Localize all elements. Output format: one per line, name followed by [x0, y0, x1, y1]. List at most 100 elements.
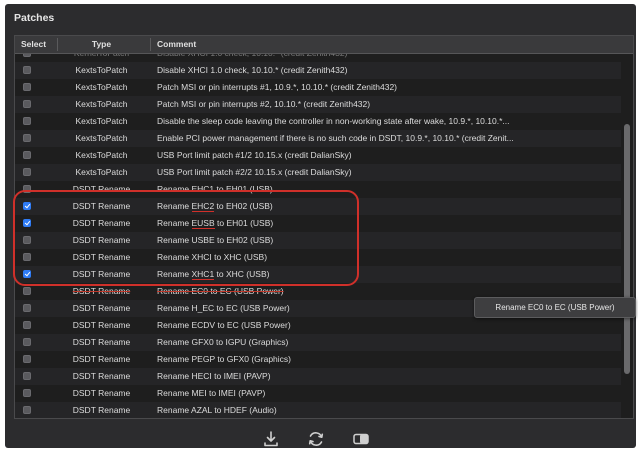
row-comment: Rename H_EC to EC (USB Power)	[157, 303, 290, 313]
refresh-icon	[308, 432, 324, 446]
row-type: DSDT Rename	[72, 269, 131, 279]
table-row[interactable]: DSDT Rename Rename EHC2 to EH02 (USB)	[15, 198, 621, 215]
column-header-type[interactable]: Type	[59, 36, 144, 53]
table-header: Select Type Comment	[15, 36, 633, 54]
table-row[interactable]: KextsToPatch Disable the sleep code leavi…	[15, 113, 621, 130]
comment-suffix: to EH02 (USB)	[214, 201, 273, 211]
row-type: KextsToPatch	[75, 116, 128, 126]
select-checkbox[interactable]	[23, 117, 31, 125]
row-type: DSDT Rename	[72, 286, 131, 296]
row-comment: Enable PCI power management if there is …	[157, 133, 514, 143]
row-comment: Rename ECDV to EC (USB Power)	[157, 320, 291, 330]
toggle-button[interactable]	[351, 429, 371, 449]
table-row[interactable]: DSDT Rename Rename EUSB to EH01 (USB)	[15, 215, 621, 232]
row-comment: Rename AZAL to HDEF (Audio)	[157, 405, 277, 415]
scrollbar-thumb[interactable]	[624, 124, 630, 374]
row-comment: Rename EUSB to EH01 (USB)	[157, 215, 273, 232]
table-row[interactable]: DSDT Rename Rename XHCI to XHC (USB)	[15, 249, 621, 266]
table-row[interactable]: KextsToPatch USB Port limit patch #1/2 10…	[15, 147, 621, 164]
row-type: DSDT Rename	[72, 201, 131, 211]
comment-prefix: Rename	[157, 269, 192, 279]
row-type: KextsToPatch	[75, 150, 128, 160]
table-row[interactable]: KextsToPatch Patch MSI or pin interrupts …	[15, 79, 621, 96]
table-row[interactable]: DSDT Rename Rename USBE to EH02 (USB)	[15, 232, 621, 249]
row-type: DSDT Rename	[72, 218, 131, 228]
row-comment: Rename EHC1 to EH01 (USB)	[157, 184, 273, 194]
column-divider	[150, 38, 151, 51]
panel-title: Patches	[14, 12, 55, 24]
select-checkbox[interactable]	[23, 219, 31, 227]
select-checkbox[interactable]	[23, 151, 31, 159]
comment-prefix: Rename	[157, 201, 192, 211]
row-type: DSDT Rename	[72, 235, 131, 245]
refresh-button[interactable]	[306, 429, 326, 449]
download-icon	[264, 431, 278, 447]
select-checkbox[interactable]	[23, 202, 31, 210]
table-row[interactable]: DSDT Rename Rename AZAL to HDEF (Audio)	[15, 402, 621, 418]
table-row[interactable]: DSDT Rename Rename XHC1 to XHC (USB)	[15, 266, 621, 283]
row-comment: USB Port limit patch #2/2 10.15.x (credi…	[157, 167, 352, 177]
select-checkbox[interactable]	[23, 372, 31, 380]
comment-prefix: Rename	[157, 218, 192, 228]
select-checkbox[interactable]	[23, 134, 31, 142]
select-checkbox[interactable]	[23, 185, 31, 193]
comment-suffix: to EH01 (USB)	[214, 218, 274, 228]
row-type: DSDT Rename	[72, 320, 131, 330]
table-row[interactable]: DSDT Rename Rename HECI to IMEI (PAVP)	[15, 368, 621, 385]
row-comment: Rename GFX0 to IGPU (Graphics)	[157, 337, 289, 347]
row-comment: Rename PEGP to GFX0 (Graphics)	[157, 354, 292, 364]
underlined-device-name: EHC2	[191, 201, 215, 212]
row-type: KernelToPatch	[59, 54, 144, 62]
table-row[interactable]: KernelToPatch Disable XHCI 1.0 check, 10.…	[15, 54, 621, 62]
select-checkbox[interactable]	[23, 100, 31, 108]
row-comment: Patch MSI or pin interrupts #1, 10.9.*, …	[157, 82, 398, 92]
select-checkbox[interactable]	[23, 406, 31, 414]
row-type: DSDT Rename	[72, 303, 131, 313]
vertical-scrollbar[interactable]	[622, 54, 632, 418]
select-checkbox[interactable]	[23, 389, 31, 397]
table-row[interactable]: DSDT Rename Rename PEGP to GFX0 (Graphics…	[15, 351, 621, 368]
select-checkbox[interactable]	[23, 270, 31, 278]
table-row[interactable]: KextsToPatch USB Port limit patch #2/2 10…	[15, 164, 621, 181]
row-comment: Rename MEI to IMEI (PAVP)	[157, 388, 266, 398]
row-comment: Rename XHC1 to XHC (USB)	[157, 266, 269, 283]
table-row[interactable]: DSDT Rename Rename EHC1 to EH01 (USB)	[15, 181, 621, 198]
table-body: KernelToPatch Disable XHCI 1.0 check, 10.…	[15, 54, 621, 418]
row-type: KextsToPatch	[75, 99, 128, 109]
column-header-select[interactable]: Select	[21, 36, 46, 53]
select-checkbox[interactable]	[23, 338, 31, 346]
select-checkbox[interactable]	[23, 66, 31, 74]
select-checkbox[interactable]	[23, 287, 31, 295]
select-checkbox[interactable]	[23, 321, 31, 329]
table-row[interactable]: DSDT Rename Rename ECDV to EC (USB Power)	[15, 317, 621, 334]
row-comment: Rename USBE to EH02 (USB)	[157, 235, 274, 245]
select-checkbox[interactable]	[23, 236, 31, 244]
screenshot-canvas: Patches Select Type Comment KernelToPatc…	[0, 0, 638, 450]
table-row[interactable]: DSDT Rename Rename GFX0 to IGPU (Graphics…	[15, 334, 621, 351]
table-row[interactable]: DSDT Rename Rename MEI to IMEI (PAVP)	[15, 385, 621, 402]
download-button[interactable]	[261, 429, 281, 449]
select-checkbox[interactable]	[23, 168, 31, 176]
toggle-icon	[353, 433, 369, 445]
column-header-comment[interactable]: Comment	[157, 36, 196, 53]
underlined-device-name: EUSB	[191, 218, 215, 229]
select-checkbox[interactable]	[23, 83, 31, 91]
row-type: KextsToPatch	[75, 82, 128, 92]
row-comment: Rename EC0 to EC (USB Power)	[157, 286, 284, 296]
comment-suffix: to XHC (USB)	[214, 269, 270, 279]
row-type: DSDT Rename	[72, 252, 131, 262]
underlined-device-name: XHC1	[191, 269, 215, 280]
row-type: KextsToPatch	[75, 133, 128, 143]
table-row[interactable]: KextsToPatch Enable PCI power management …	[15, 130, 621, 147]
select-checkbox[interactable]	[23, 253, 31, 261]
row-comment: Patch MSI or pin interrupts #2, 10.10.* …	[157, 99, 371, 109]
select-checkbox[interactable]	[23, 355, 31, 363]
row-comment: Rename HECI to IMEI (PAVP)	[157, 371, 271, 381]
table-row[interactable]: KextsToPatch Disable XHCI 1.0 check, 10.1…	[15, 62, 621, 79]
row-type: DSDT Rename	[72, 371, 131, 381]
row-type: KextsToPatch	[75, 65, 128, 75]
table-row[interactable]: KextsToPatch Patch MSI or pin interrupts …	[15, 96, 621, 113]
select-checkbox[interactable]	[23, 304, 31, 312]
row-type: DSDT Rename	[72, 354, 131, 364]
select-checkbox[interactable]	[23, 54, 31, 57]
